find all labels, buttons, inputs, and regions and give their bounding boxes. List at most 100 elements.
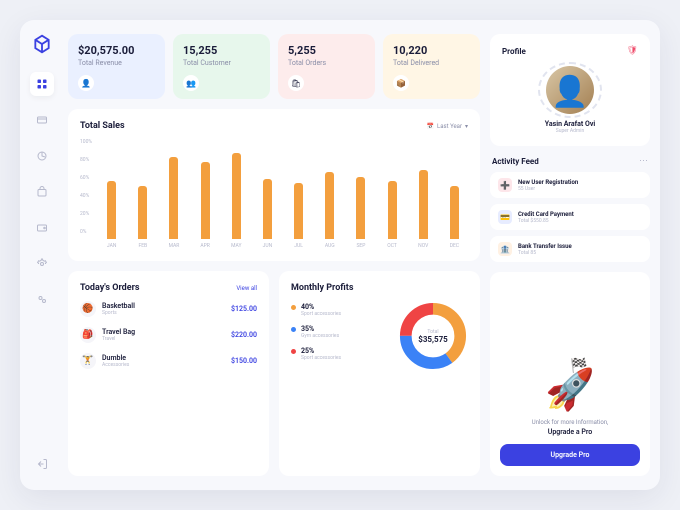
profile-badge-icon[interactable]: 🛡 xyxy=(627,46,638,56)
activity-item[interactable]: 🏦 Bank Transfer Issue Total 85 xyxy=(490,236,650,262)
activity-sub: 55 User xyxy=(518,186,578,192)
stat-icon: 👤 xyxy=(78,75,94,91)
sidebar xyxy=(20,20,64,490)
nav-wallet[interactable] xyxy=(30,216,54,240)
nav-logout[interactable] xyxy=(30,452,54,476)
order-icon: 🏀 xyxy=(80,301,96,317)
upgrade-text2: Upgrade a Pro xyxy=(500,428,640,436)
activity-icon: 💳 xyxy=(498,210,512,224)
orders-viewall[interactable]: View all xyxy=(236,285,257,292)
order-icon: 🏋 xyxy=(80,353,96,369)
stat-label: Total Orders xyxy=(288,59,365,67)
order-name: Dumble xyxy=(102,354,225,362)
nav-shop[interactable] xyxy=(30,180,54,204)
bar-column: APR xyxy=(192,162,219,249)
profit-percent: 40% xyxy=(301,303,390,311)
bar[interactable] xyxy=(138,186,147,239)
right-column: Profile 🛡 Yasin Arafat Ovi Super Admin A… xyxy=(490,34,650,476)
bar[interactable] xyxy=(419,170,428,239)
activity-more-icon[interactable]: ⋯ xyxy=(639,156,648,166)
bar-column: DEC xyxy=(441,186,468,249)
sales-filter[interactable]: 📅 Last Year ▾ xyxy=(427,123,468,130)
order-category: Sports xyxy=(102,310,225,316)
stat-card[interactable]: $20,575.00 Total Revenue 👤 xyxy=(68,34,165,99)
stat-card[interactable]: 5,255 Total Orders 🛍 xyxy=(278,34,375,99)
bar[interactable] xyxy=(388,181,397,239)
profit-percent: 35% xyxy=(301,325,390,333)
order-name: Basketball xyxy=(102,302,225,310)
order-price: $220.00 xyxy=(231,331,257,339)
stat-icon: 📦 xyxy=(393,75,409,91)
total-sales-card: Total Sales 📅 Last Year ▾ 100%80%60%40%2… xyxy=(68,109,480,261)
bar-column: JUN xyxy=(254,179,281,249)
app-window: $20,575.00 Total Revenue 👤 15,255 Total … xyxy=(20,20,660,490)
order-item[interactable]: 🎒 Travel Bag Travel $220.00 xyxy=(80,327,257,343)
order-category: Travel xyxy=(102,336,225,342)
ytick: 0% xyxy=(80,229,92,235)
bar-column: MAR xyxy=(160,157,187,249)
upgrade-card: 🚀🏁 Unlock for more Information, Upgrade … xyxy=(490,272,650,476)
activity-item[interactable]: ➕ New User Registration 55 User xyxy=(490,172,650,198)
order-item[interactable]: 🏋 Dumble Accessories $150.00 xyxy=(80,353,257,369)
activity-sub: Total $550.85 xyxy=(518,218,574,224)
sales-title: Total Sales xyxy=(80,121,125,131)
logo-icon xyxy=(32,34,52,54)
nav-users[interactable] xyxy=(30,288,54,312)
nav-settings[interactable] xyxy=(30,252,54,276)
stat-card[interactable]: 15,255 Total Customer 👥 xyxy=(173,34,270,99)
activity-icon: ➕ xyxy=(498,178,512,192)
bar-label: JUL xyxy=(294,243,303,249)
upgrade-pro-button[interactable]: Upgrade Pro xyxy=(500,444,640,466)
stats-row: $20,575.00 Total Revenue 👤 15,255 Total … xyxy=(68,34,480,99)
activity-title: Activity Feed xyxy=(492,157,539,166)
activity-item[interactable]: 💳 Credit Card Payment Total $550.85 xyxy=(490,204,650,230)
bar[interactable] xyxy=(325,172,334,239)
bar[interactable] xyxy=(450,186,459,239)
bar[interactable] xyxy=(232,153,241,239)
ytick: 80% xyxy=(80,157,92,163)
activity-name: Credit Card Payment xyxy=(518,211,574,218)
profit-item: 25% Sport accessories xyxy=(291,347,390,361)
profit-label: Sport accessories xyxy=(301,355,390,361)
order-category: Accessories xyxy=(102,362,225,368)
monthly-profits-card: Monthly Profits 40% Sport accessories 35… xyxy=(279,271,480,476)
stat-value: 5,255 xyxy=(288,44,365,57)
bar-label: SEP xyxy=(356,243,365,249)
nav-analytics[interactable] xyxy=(30,144,54,168)
stat-card[interactable]: 10,220 Total Delivered 📦 xyxy=(383,34,480,99)
profits-donut-chart: Total $35,575 xyxy=(398,301,468,371)
bar[interactable] xyxy=(107,181,116,239)
profile-role: Super Admin xyxy=(502,128,638,134)
chart-yaxis: 100%80%60%40%20%0% xyxy=(80,139,92,249)
bar[interactable] xyxy=(263,179,272,239)
activity-icon: 🏦 xyxy=(498,242,512,256)
donut-value: $35,575 xyxy=(418,335,448,344)
ytick: 20% xyxy=(80,211,92,217)
bar-label: MAY xyxy=(231,243,241,249)
bar-label: MAR xyxy=(169,243,180,249)
bar-label: OCT xyxy=(387,243,397,249)
profile-title: Profile xyxy=(502,47,526,56)
stat-value: 10,220 xyxy=(393,44,470,57)
bar-label: FEB xyxy=(138,243,147,249)
bar[interactable] xyxy=(294,183,303,239)
bar[interactable] xyxy=(169,157,178,239)
orders-title: Today's Orders xyxy=(80,283,140,293)
nav-cards[interactable] xyxy=(30,108,54,132)
ytick: 40% xyxy=(80,193,92,199)
bar-column: NOV xyxy=(410,170,437,249)
activity-name: Bank Transfer Issue xyxy=(518,243,572,250)
nav-dashboard[interactable] xyxy=(30,72,54,96)
ytick: 100% xyxy=(80,139,92,145)
bar[interactable] xyxy=(356,177,365,239)
rocket-illustration: 🚀🏁 xyxy=(500,366,640,413)
bar[interactable] xyxy=(201,162,210,239)
profit-label: Gym accessories xyxy=(301,333,390,339)
profit-item: 35% Gym accessories xyxy=(291,325,390,339)
order-item[interactable]: 🏀 Basketball Sports $125.00 xyxy=(80,301,257,317)
stat-label: Total Delivered xyxy=(393,59,470,67)
bar-column: AUG xyxy=(316,172,343,249)
bar-label: APR xyxy=(200,243,210,249)
bar-label: JUN xyxy=(263,243,273,249)
profile-avatar[interactable] xyxy=(546,66,594,114)
